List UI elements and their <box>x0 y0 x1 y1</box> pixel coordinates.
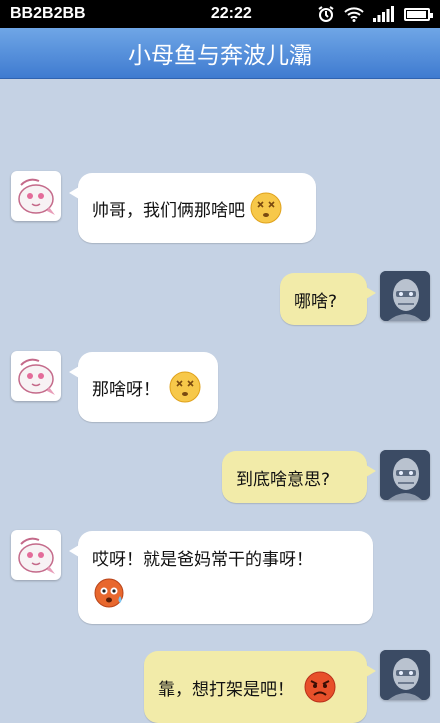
self-avatar[interactable] <box>380 271 430 321</box>
self-avatar[interactable] <box>380 450 430 500</box>
contact-avatar[interactable] <box>11 530 61 580</box>
chat-area[interactable]: 帅哥，我们俩那啥吧 哪啥? 那啥呀！ 到底啥意思? 哎呀！就是爸妈常干的事呀！ … <box>0 79 440 723</box>
chat-header: 小母鱼与奔波儿灞 <box>0 28 440 79</box>
status-icons <box>317 5 433 23</box>
alarm-icon <box>318 6 334 22</box>
chat-title: 小母鱼与奔波儿灞 <box>128 43 312 69</box>
message-text: 哪啥? <box>294 291 338 312</box>
message-bubble-outgoing[interactable]: 哪啥? <box>280 273 376 325</box>
cartoon-fish-avatar-icon <box>18 358 55 395</box>
status-bar: BB2B2BB 22:22 <box>0 0 440 28</box>
message-bubble-incoming[interactable]: 帅哥，我们俩那啥吧 <box>69 173 316 243</box>
sweating-face-icon <box>94 578 124 608</box>
robot-avatar-icon <box>380 450 430 500</box>
contact-avatar[interactable] <box>11 171 61 221</box>
clock: 22:22 <box>210 5 252 22</box>
self-avatar[interactable] <box>380 650 430 700</box>
message-text: 帅哥，我们俩那啥吧 <box>92 200 245 221</box>
contact-avatar[interactable] <box>11 351 61 401</box>
message-text: 那啥呀！ <box>92 379 160 400</box>
message-bubble-outgoing[interactable]: 到底啥意思? <box>222 451 376 503</box>
message-bubble-outgoing[interactable]: 靠，想打架是吧！ <box>144 651 376 723</box>
message-text: 到底啥意思? <box>236 469 331 490</box>
carrier-label: BB2B2BB <box>10 5 86 22</box>
cartoon-fish-avatar-icon <box>18 178 55 215</box>
signal-icon <box>373 6 394 22</box>
message-bubble-incoming[interactable]: 那啥呀！ <box>69 352 218 422</box>
message-bubble-incoming[interactable]: 哎呀！就是爸妈常干的事呀！ <box>69 531 373 624</box>
dizzy-face-icon <box>250 192 282 224</box>
message-text: 哎呀！就是爸妈常干的事呀！ <box>92 550 313 570</box>
battery-icon <box>404 7 433 21</box>
angry-face-icon <box>304 671 336 703</box>
cartoon-fish-avatar-icon <box>18 537 55 574</box>
message-text: 靠，想打架是吧！ <box>158 679 294 700</box>
robot-avatar-icon <box>380 271 430 321</box>
wifi-icon <box>344 7 364 22</box>
robot-avatar-icon <box>380 650 430 700</box>
dizzy-face-icon <box>169 371 201 403</box>
